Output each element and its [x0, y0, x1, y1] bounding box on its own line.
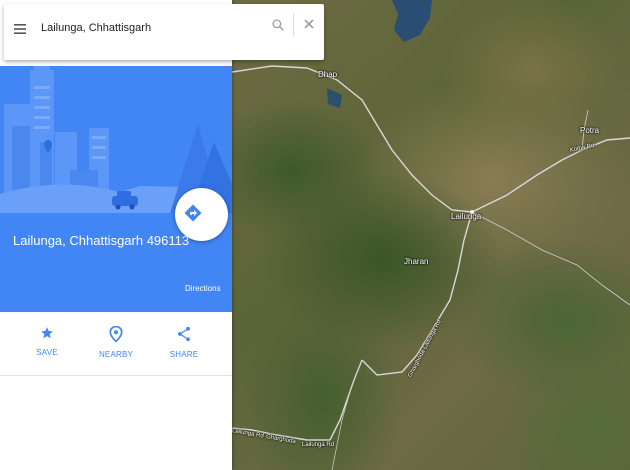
directions-label: Directions — [185, 284, 221, 293]
share-icon — [178, 326, 190, 342]
road-label-lailunga-rd-south: Lailunga Rd — [302, 442, 335, 448]
road-east — [471, 211, 630, 306]
share-label: SHARE — [169, 350, 199, 359]
star-icon — [41, 327, 53, 339]
road-south — [361, 211, 473, 376]
place-title: Lailunga, Chhattisgarh 496113 — [13, 233, 190, 248]
pond — [327, 88, 342, 108]
nearby-button[interactable]: NEARBY — [86, 312, 146, 375]
directions-icon — [184, 204, 202, 222]
road-north — [232, 65, 473, 213]
road-southwest — [232, 359, 363, 441]
save-label: SAVE — [36, 348, 58, 357]
reservoir — [392, 0, 432, 42]
road-kotba — [471, 137, 630, 213]
track-south — [331, 359, 363, 470]
search-icon[interactable] — [271, 18, 285, 32]
pin-icon — [109, 326, 123, 342]
map-label-jharan: Jharan — [404, 257, 429, 266]
search-box — [4, 4, 324, 60]
map-roads — [232, 0, 630, 470]
save-button[interactable]: SAVE — [17, 312, 77, 375]
close-icon[interactable] — [303, 18, 315, 30]
map-label-dhap: Dhap — [318, 70, 338, 79]
share-button[interactable]: SHARE — [154, 312, 214, 375]
hamburger-menu-icon[interactable] — [14, 24, 26, 34]
search-input[interactable] — [41, 18, 256, 38]
search-divider — [293, 14, 294, 36]
map-label-potra: Potra — [580, 126, 600, 135]
satellite-map[interactable]: Dhap Potra Kotba Rd Lailunga Jharan Ghar… — [232, 0, 630, 470]
directions-button[interactable] — [175, 188, 228, 241]
map-label-lailunga: Lailunga — [451, 212, 482, 221]
action-bar: SAVE NEARBY SHARE — [0, 312, 232, 376]
place-panel: Lailunga, Chhattisgarh 496113 Directions… — [0, 0, 232, 470]
nearby-label: NEARBY — [98, 350, 134, 359]
